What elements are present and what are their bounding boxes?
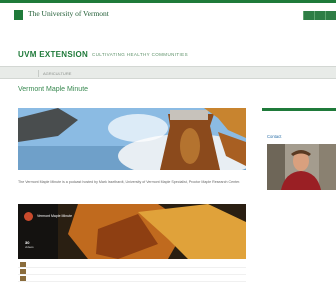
playlist-item[interactable] xyxy=(18,261,246,268)
episode-caption: The Vermont Maple Minute is a podcast ho… xyxy=(18,180,241,184)
extension-banner xyxy=(0,20,336,66)
nav-home[interactable] xyxy=(18,70,31,77)
university-name[interactable]: The University of Vermont xyxy=(28,9,109,18)
video-thumbnail xyxy=(18,204,246,259)
video-embed[interactable]: Vermont Maple Minute 30 videos xyxy=(18,204,246,259)
contact-sidebar: Contact xyxy=(262,108,336,297)
university-header: The University of Vermont xyxy=(0,0,336,21)
contact-photo xyxy=(267,144,336,190)
playlist-item[interactable] xyxy=(18,275,246,282)
playlist-thumbnail xyxy=(20,276,26,281)
nav-agriculture[interactable]: AGRICULTURE xyxy=(38,70,71,77)
channel-avatar[interactable] xyxy=(24,212,33,221)
portrait-image xyxy=(267,144,336,190)
playlist-thumbnail xyxy=(20,262,26,267)
contact-name-link[interactable]: Contact xyxy=(267,134,281,139)
playlist-count-label: videos xyxy=(25,245,34,249)
maple-bottle-image xyxy=(18,108,246,170)
video-title[interactable]: Vermont Maple Minute xyxy=(37,214,72,218)
uvm-shield-logo[interactable] xyxy=(14,10,23,20)
page-title: Vermont Maple Minute xyxy=(18,86,89,93)
hero-image xyxy=(18,108,246,170)
main-nav: AGRICULTURE xyxy=(0,66,336,79)
extension-title[interactable]: UVM EXTENSION xyxy=(18,50,88,59)
video-playlist xyxy=(18,261,246,282)
playlist-thumbnail xyxy=(20,269,26,274)
extension-tagline: CULTIVATING HEALTHY COMMUNITIES xyxy=(92,52,188,57)
playlist-item[interactable] xyxy=(18,268,246,275)
